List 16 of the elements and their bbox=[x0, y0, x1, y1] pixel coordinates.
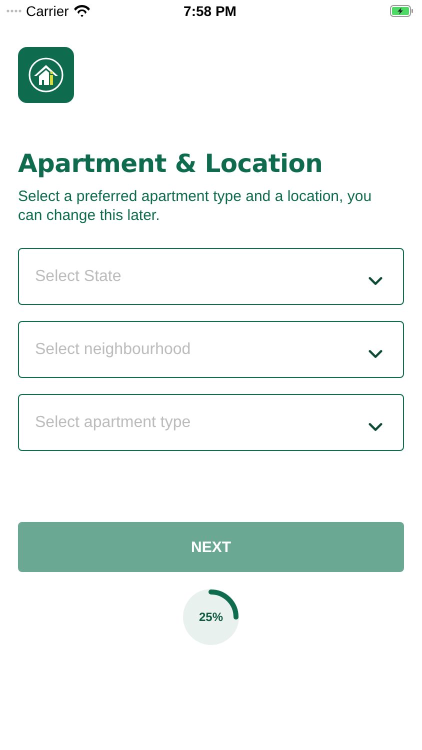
wifi-icon bbox=[72, 4, 91, 18]
chevron-down-icon bbox=[368, 276, 383, 286]
dropdown-field[interactable]: Select State bbox=[18, 248, 404, 305]
progress-ring bbox=[183, 589, 239, 645]
carrier-name: Carrier bbox=[26, 3, 69, 19]
app-logo bbox=[18, 47, 74, 103]
chevron-down-icon bbox=[368, 422, 383, 432]
battery-icon bbox=[390, 5, 414, 17]
page-title: Apartment & Location bbox=[18, 148, 324, 180]
chevron-down-icon bbox=[368, 348, 383, 358]
dropdown-field[interactable]: Select apartment type bbox=[18, 394, 404, 451]
signal-icon bbox=[6, 7, 22, 15]
page-subtitle: Select a preferred apartment type and a location, you can change this later. bbox=[18, 187, 373, 225]
status-time: 7:58 PM bbox=[184, 3, 236, 19]
progress-percent: 25% bbox=[198, 610, 224, 624]
dropdown-field[interactable]: Select neighbourhood bbox=[18, 321, 404, 378]
